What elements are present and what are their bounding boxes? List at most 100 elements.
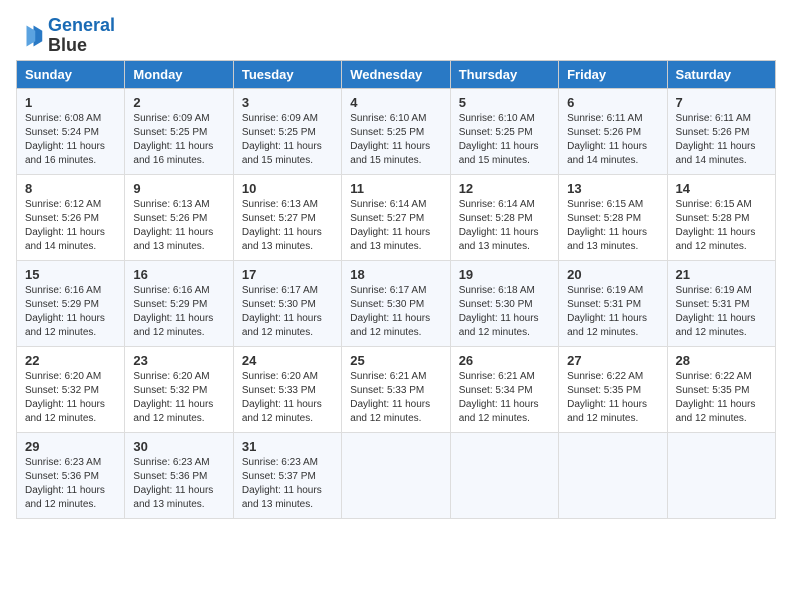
cell-content: Sunrise: 6:23 AM Sunset: 5:36 PM Dayligh… (25, 456, 116, 512)
cell-content: Sunrise: 6:23 AM Sunset: 5:37 PM Dayligh… (242, 456, 333, 512)
calendar-cell: 22 Sunrise: 6:20 AM Sunset: 5:32 PM Dayl… (17, 346, 125, 432)
calendar-cell: 8 Sunrise: 6:12 AM Sunset: 5:26 PM Dayli… (17, 174, 125, 260)
calendar-cell: 16 Sunrise: 6:16 AM Sunset: 5:29 PM Dayl… (125, 260, 233, 346)
calendar-week-row: 29 Sunrise: 6:23 AM Sunset: 5:36 PM Dayl… (17, 432, 776, 518)
calendar-cell (450, 432, 558, 518)
day-number: 30 (133, 439, 224, 454)
day-number: 10 (242, 181, 333, 196)
calendar-cell: 19 Sunrise: 6:18 AM Sunset: 5:30 PM Dayl… (450, 260, 558, 346)
calendar-header-row: SundayMondayTuesdayWednesdayThursdayFrid… (17, 60, 776, 88)
calendar-cell: 27 Sunrise: 6:22 AM Sunset: 5:35 PM Dayl… (559, 346, 667, 432)
col-header-wednesday: Wednesday (342, 60, 450, 88)
day-number: 6 (567, 95, 658, 110)
cell-content: Sunrise: 6:17 AM Sunset: 5:30 PM Dayligh… (242, 284, 333, 340)
calendar-cell: 17 Sunrise: 6:17 AM Sunset: 5:30 PM Dayl… (233, 260, 341, 346)
cell-content: Sunrise: 6:15 AM Sunset: 5:28 PM Dayligh… (676, 198, 767, 254)
day-number: 12 (459, 181, 550, 196)
day-number: 20 (567, 267, 658, 282)
calendar-week-row: 22 Sunrise: 6:20 AM Sunset: 5:32 PM Dayl… (17, 346, 776, 432)
cell-content: Sunrise: 6:11 AM Sunset: 5:26 PM Dayligh… (676, 112, 767, 168)
cell-content: Sunrise: 6:17 AM Sunset: 5:30 PM Dayligh… (350, 284, 441, 340)
cell-content: Sunrise: 6:16 AM Sunset: 5:29 PM Dayligh… (133, 284, 224, 340)
calendar-cell: 20 Sunrise: 6:19 AM Sunset: 5:31 PM Dayl… (559, 260, 667, 346)
page-header: GeneralBlue (16, 16, 776, 56)
calendar-cell: 4 Sunrise: 6:10 AM Sunset: 5:25 PM Dayli… (342, 88, 450, 174)
calendar-cell: 2 Sunrise: 6:09 AM Sunset: 5:25 PM Dayli… (125, 88, 233, 174)
calendar-cell: 1 Sunrise: 6:08 AM Sunset: 5:24 PM Dayli… (17, 88, 125, 174)
day-number: 14 (676, 181, 767, 196)
cell-content: Sunrise: 6:19 AM Sunset: 5:31 PM Dayligh… (676, 284, 767, 340)
calendar-cell: 7 Sunrise: 6:11 AM Sunset: 5:26 PM Dayli… (667, 88, 775, 174)
day-number: 25 (350, 353, 441, 368)
cell-content: Sunrise: 6:22 AM Sunset: 5:35 PM Dayligh… (676, 370, 767, 426)
calendar-table: SundayMondayTuesdayWednesdayThursdayFrid… (16, 60, 776, 519)
day-number: 22 (25, 353, 116, 368)
col-header-tuesday: Tuesday (233, 60, 341, 88)
day-number: 11 (350, 181, 441, 196)
col-header-saturday: Saturday (667, 60, 775, 88)
cell-content: Sunrise: 6:11 AM Sunset: 5:26 PM Dayligh… (567, 112, 658, 168)
day-number: 17 (242, 267, 333, 282)
day-number: 24 (242, 353, 333, 368)
cell-content: Sunrise: 6:10 AM Sunset: 5:25 PM Dayligh… (459, 112, 550, 168)
cell-content: Sunrise: 6:15 AM Sunset: 5:28 PM Dayligh… (567, 198, 658, 254)
day-number: 15 (25, 267, 116, 282)
day-number: 19 (459, 267, 550, 282)
day-number: 8 (25, 181, 116, 196)
day-number: 9 (133, 181, 224, 196)
calendar-cell: 26 Sunrise: 6:21 AM Sunset: 5:34 PM Dayl… (450, 346, 558, 432)
cell-content: Sunrise: 6:21 AM Sunset: 5:34 PM Dayligh… (459, 370, 550, 426)
day-number: 18 (350, 267, 441, 282)
col-header-monday: Monday (125, 60, 233, 88)
logo-text: GeneralBlue (48, 16, 115, 56)
col-header-friday: Friday (559, 60, 667, 88)
day-number: 26 (459, 353, 550, 368)
calendar-cell: 10 Sunrise: 6:13 AM Sunset: 5:27 PM Dayl… (233, 174, 341, 260)
cell-content: Sunrise: 6:10 AM Sunset: 5:25 PM Dayligh… (350, 112, 441, 168)
day-number: 3 (242, 95, 333, 110)
calendar-cell: 15 Sunrise: 6:16 AM Sunset: 5:29 PM Dayl… (17, 260, 125, 346)
calendar-cell: 12 Sunrise: 6:14 AM Sunset: 5:28 PM Dayl… (450, 174, 558, 260)
day-number: 16 (133, 267, 224, 282)
cell-content: Sunrise: 6:20 AM Sunset: 5:32 PM Dayligh… (25, 370, 116, 426)
logo-icon (16, 22, 44, 50)
cell-content: Sunrise: 6:23 AM Sunset: 5:36 PM Dayligh… (133, 456, 224, 512)
cell-content: Sunrise: 6:12 AM Sunset: 5:26 PM Dayligh… (25, 198, 116, 254)
calendar-cell: 23 Sunrise: 6:20 AM Sunset: 5:32 PM Dayl… (125, 346, 233, 432)
calendar-cell: 29 Sunrise: 6:23 AM Sunset: 5:36 PM Dayl… (17, 432, 125, 518)
cell-content: Sunrise: 6:13 AM Sunset: 5:26 PM Dayligh… (133, 198, 224, 254)
cell-content: Sunrise: 6:19 AM Sunset: 5:31 PM Dayligh… (567, 284, 658, 340)
calendar-cell: 21 Sunrise: 6:19 AM Sunset: 5:31 PM Dayl… (667, 260, 775, 346)
logo: GeneralBlue (16, 16, 115, 56)
cell-content: Sunrise: 6:20 AM Sunset: 5:32 PM Dayligh… (133, 370, 224, 426)
calendar-week-row: 1 Sunrise: 6:08 AM Sunset: 5:24 PM Dayli… (17, 88, 776, 174)
calendar-cell: 5 Sunrise: 6:10 AM Sunset: 5:25 PM Dayli… (450, 88, 558, 174)
cell-content: Sunrise: 6:20 AM Sunset: 5:33 PM Dayligh… (242, 370, 333, 426)
day-number: 31 (242, 439, 333, 454)
day-number: 7 (676, 95, 767, 110)
day-number: 28 (676, 353, 767, 368)
calendar-cell: 13 Sunrise: 6:15 AM Sunset: 5:28 PM Dayl… (559, 174, 667, 260)
calendar-cell: 24 Sunrise: 6:20 AM Sunset: 5:33 PM Dayl… (233, 346, 341, 432)
day-number: 21 (676, 267, 767, 282)
calendar-week-row: 15 Sunrise: 6:16 AM Sunset: 5:29 PM Dayl… (17, 260, 776, 346)
calendar-week-row: 8 Sunrise: 6:12 AM Sunset: 5:26 PM Dayli… (17, 174, 776, 260)
cell-content: Sunrise: 6:14 AM Sunset: 5:27 PM Dayligh… (350, 198, 441, 254)
calendar-cell: 11 Sunrise: 6:14 AM Sunset: 5:27 PM Dayl… (342, 174, 450, 260)
day-number: 27 (567, 353, 658, 368)
day-number: 29 (25, 439, 116, 454)
calendar-cell: 30 Sunrise: 6:23 AM Sunset: 5:36 PM Dayl… (125, 432, 233, 518)
calendar-cell: 3 Sunrise: 6:09 AM Sunset: 5:25 PM Dayli… (233, 88, 341, 174)
cell-content: Sunrise: 6:22 AM Sunset: 5:35 PM Dayligh… (567, 370, 658, 426)
cell-content: Sunrise: 6:13 AM Sunset: 5:27 PM Dayligh… (242, 198, 333, 254)
cell-content: Sunrise: 6:21 AM Sunset: 5:33 PM Dayligh… (350, 370, 441, 426)
calendar-cell: 6 Sunrise: 6:11 AM Sunset: 5:26 PM Dayli… (559, 88, 667, 174)
calendar-cell (342, 432, 450, 518)
calendar-cell: 25 Sunrise: 6:21 AM Sunset: 5:33 PM Dayl… (342, 346, 450, 432)
cell-content: Sunrise: 6:14 AM Sunset: 5:28 PM Dayligh… (459, 198, 550, 254)
cell-content: Sunrise: 6:18 AM Sunset: 5:30 PM Dayligh… (459, 284, 550, 340)
day-number: 4 (350, 95, 441, 110)
calendar-cell: 31 Sunrise: 6:23 AM Sunset: 5:37 PM Dayl… (233, 432, 341, 518)
calendar-cell: 9 Sunrise: 6:13 AM Sunset: 5:26 PM Dayli… (125, 174, 233, 260)
calendar-cell (559, 432, 667, 518)
